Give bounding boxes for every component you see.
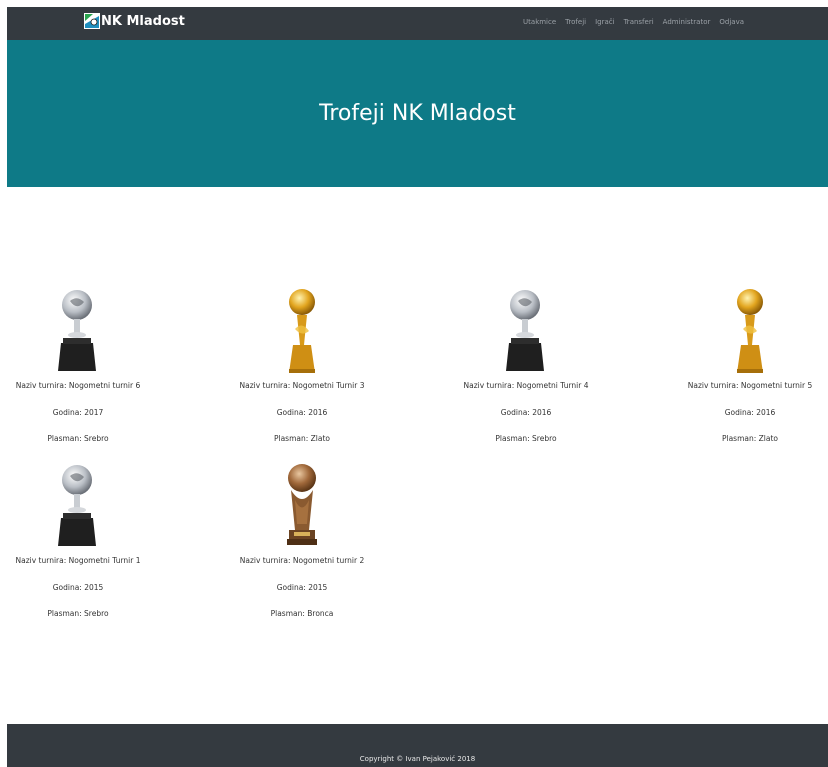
trophy-year: Godina: 2016 — [276, 408, 328, 417]
page-footer: Copyright © Ivan Pejaković 2018 — [7, 724, 828, 767]
nav-item-utakmice[interactable]: Utakmice — [523, 18, 556, 26]
gold-trophy-icon — [737, 289, 763, 373]
trophy-card: Naziv turnira: Nogometni Turnir 1 Godina… — [0, 460, 156, 618]
top-navbar: NK Mladost Utakmice Trofeji Igrači Trans… — [7, 7, 828, 40]
club-logo-icon — [84, 13, 100, 29]
trophy-name: Naziv turnira: Nogometni Turnir 4 — [463, 381, 589, 390]
trophy-placement: Plasman: Bronca — [270, 609, 334, 618]
trophy-year: Godina: 2015 — [52, 583, 104, 592]
silver-trophy-icon — [58, 290, 96, 371]
main-nav: Utakmice Trofeji Igrači Transferi Admini… — [523, 18, 744, 26]
nav-item-trofeji[interactable]: Trofeji — [565, 18, 586, 26]
nav-item-odjava[interactable]: Odjava — [719, 18, 744, 26]
trophy-name: Naziv turnira: Nogometni turnir 6 — [15, 381, 141, 390]
gold-trophy-icon — [289, 289, 315, 373]
trophy-year: Godina: 2016 — [724, 408, 776, 417]
trophy-card: Naziv turnira: Nogometni Turnir 4 Godina… — [448, 285, 604, 443]
silver-trophy-icon — [58, 465, 96, 546]
trophy-name: Naziv turnira: Nogometni turnir 5 — [687, 381, 813, 390]
trophy-card: Naziv turnira: Nogometni turnir 2 Godina… — [224, 460, 380, 618]
page-title: Trofeji NK Mladost — [319, 101, 516, 126]
bronze-trophy-icon — [287, 464, 317, 545]
trophy-card: Naziv turnira: Nogometni turnir 5 Godina… — [672, 285, 828, 443]
nav-item-transferi[interactable]: Transferi — [624, 18, 654, 26]
brand-link[interactable]: NK Mladost — [84, 13, 185, 29]
hero-banner: Trofeji NK Mladost — [7, 40, 828, 187]
trophy-placement: Plasman: Zlato — [721, 434, 779, 443]
trophy-name: Naziv turnira: Nogometni turnir 2 — [239, 556, 365, 565]
trophy-year: Godina: 2016 — [500, 408, 552, 417]
copyright-text: Copyright © Ivan Pejaković 2018 — [359, 754, 476, 763]
trophy-name: Naziv turnira: Nogometni Turnir 3 — [239, 381, 365, 390]
trophy-name: Naziv turnira: Nogometni Turnir 1 — [15, 556, 141, 565]
trophy-year: Godina: 2015 — [276, 583, 328, 592]
silver-trophy-icon — [506, 290, 544, 371]
trophy-card: Naziv turnira: Nogometni Turnir 3 Godina… — [224, 285, 380, 443]
nav-item-igraci[interactable]: Igrači — [595, 18, 614, 26]
trophy-year: Godina: 2017 — [52, 408, 104, 417]
trophy-placement: Plasman: Srebro — [495, 434, 557, 443]
trophy-placement: Plasman: Zlato — [273, 434, 331, 443]
brand-name: NK Mladost — [101, 13, 185, 29]
trophy-placement: Plasman: Srebro — [47, 609, 109, 618]
nav-item-administrator[interactable]: Administrator — [663, 18, 711, 26]
trophy-placement: Plasman: Srebro — [47, 434, 109, 443]
trophy-card: Naziv turnira: Nogometni turnir 6 Godina… — [0, 285, 156, 443]
